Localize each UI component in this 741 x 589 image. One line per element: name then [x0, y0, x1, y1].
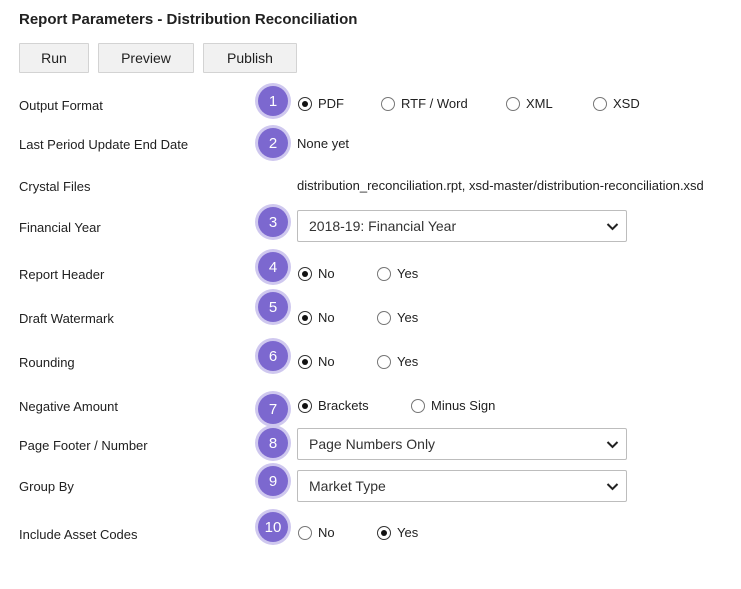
crystal-files-label: Crystal Files: [19, 179, 91, 194]
radio-label: No: [318, 525, 335, 540]
group-by-label: Group By: [19, 479, 74, 494]
negative-amount-minus-radio[interactable]: Minus Sign: [411, 398, 495, 413]
step-badge-9: 9: [258, 466, 288, 496]
radio-icon: [377, 266, 391, 281]
radio-label: No: [318, 266, 335, 281]
financial-year-value: 2018-19: Financial Year: [309, 218, 457, 234]
step-badge-1: 1: [258, 86, 288, 116]
include-asset-codes-no-radio[interactable]: No: [298, 525, 335, 540]
radio-label: Brackets: [318, 398, 369, 413]
radio-label: RTF / Word: [401, 96, 468, 111]
step-badge-4: 4: [258, 252, 288, 282]
preview-button[interactable]: Preview: [98, 43, 194, 73]
radio-label: Yes: [397, 310, 419, 325]
radio-label: XSD: [613, 96, 640, 111]
draft-watermark-no-radio[interactable]: No: [298, 310, 335, 325]
output-format-rtf-radio[interactable]: RTF / Word: [381, 96, 468, 111]
radio-icon: [377, 354, 391, 369]
rounding-yes-radio[interactable]: Yes: [377, 354, 418, 369]
step-badge-3: 3: [258, 207, 288, 237]
crystal-files-value: distribution_reconciliation.rpt, xsd-mas…: [297, 178, 704, 193]
financial-year-select[interactable]: 2018-19: Financial Year: [297, 210, 627, 242]
publish-button[interactable]: Publish: [203, 43, 297, 73]
step-badge-10: 10: [258, 512, 288, 542]
last-period-label: Last Period Update End Date: [19, 137, 189, 152]
run-button[interactable]: Run: [19, 43, 89, 73]
radio-label: Yes: [397, 354, 419, 369]
radio-icon: [593, 96, 607, 111]
report-header-label: Report Header: [19, 267, 105, 282]
radio-icon: [381, 96, 395, 111]
radio-label: XML: [526, 96, 553, 111]
radio-selected-icon: [377, 525, 391, 540]
radio-label: No: [318, 354, 335, 369]
report-header-no-radio[interactable]: No: [298, 266, 335, 281]
rounding-no-radio[interactable]: No: [298, 354, 335, 369]
page-footer-value: Page Numbers Only: [309, 436, 436, 452]
output-format-pdf-radio[interactable]: PDF: [298, 96, 344, 111]
draft-watermark-label: Draft Watermark: [19, 311, 114, 326]
group-by-value: Market Type: [309, 478, 386, 494]
output-format-label: Output Format: [19, 98, 103, 113]
rounding-label: Rounding: [19, 355, 75, 370]
output-format-xsd-radio[interactable]: XSD: [593, 96, 640, 111]
step-badge-8: 8: [258, 428, 288, 458]
radio-icon: [377, 310, 391, 325]
radio-label: Yes: [397, 525, 419, 540]
step-badge-7: 7: [258, 394, 288, 424]
chevron-down-icon: [606, 441, 619, 449]
include-asset-codes-label: Include Asset Codes: [19, 527, 138, 542]
radio-icon: [298, 525, 312, 540]
radio-icon: [411, 398, 425, 413]
radio-selected-icon: [298, 354, 312, 369]
group-by-select[interactable]: Market Type: [297, 470, 627, 502]
draft-watermark-yes-radio[interactable]: Yes: [377, 310, 418, 325]
radio-label: Minus Sign: [431, 398, 496, 413]
radio-label: No: [318, 310, 335, 325]
radio-icon: [506, 96, 520, 111]
page-footer-label: Page Footer / Number: [19, 438, 148, 453]
radio-label: PDF: [318, 96, 344, 111]
radio-selected-icon: [298, 310, 312, 325]
radio-selected-icon: [298, 96, 312, 111]
last-period-value: None yet: [297, 136, 350, 151]
step-badge-6: 6: [258, 341, 288, 371]
step-badge-5: 5: [258, 292, 288, 322]
include-asset-codes-yes-radio[interactable]: Yes: [377, 525, 418, 540]
radio-selected-icon: [298, 398, 312, 413]
negative-amount-brackets-radio[interactable]: Brackets: [298, 398, 369, 413]
page-footer-select[interactable]: Page Numbers Only: [297, 428, 627, 460]
step-badge-2: 2: [258, 128, 288, 158]
financial-year-label: Financial Year: [19, 220, 101, 235]
report-header-yes-radio[interactable]: Yes: [377, 266, 418, 281]
chevron-down-icon: [606, 483, 619, 491]
chevron-down-icon: [606, 223, 619, 231]
page-title: Report Parameters - Distribution Reconci…: [19, 11, 358, 28]
output-format-xml-radio[interactable]: XML: [506, 96, 553, 111]
negative-amount-label: Negative Amount: [19, 399, 119, 414]
radio-selected-icon: [298, 266, 312, 281]
radio-label: Yes: [397, 266, 419, 281]
